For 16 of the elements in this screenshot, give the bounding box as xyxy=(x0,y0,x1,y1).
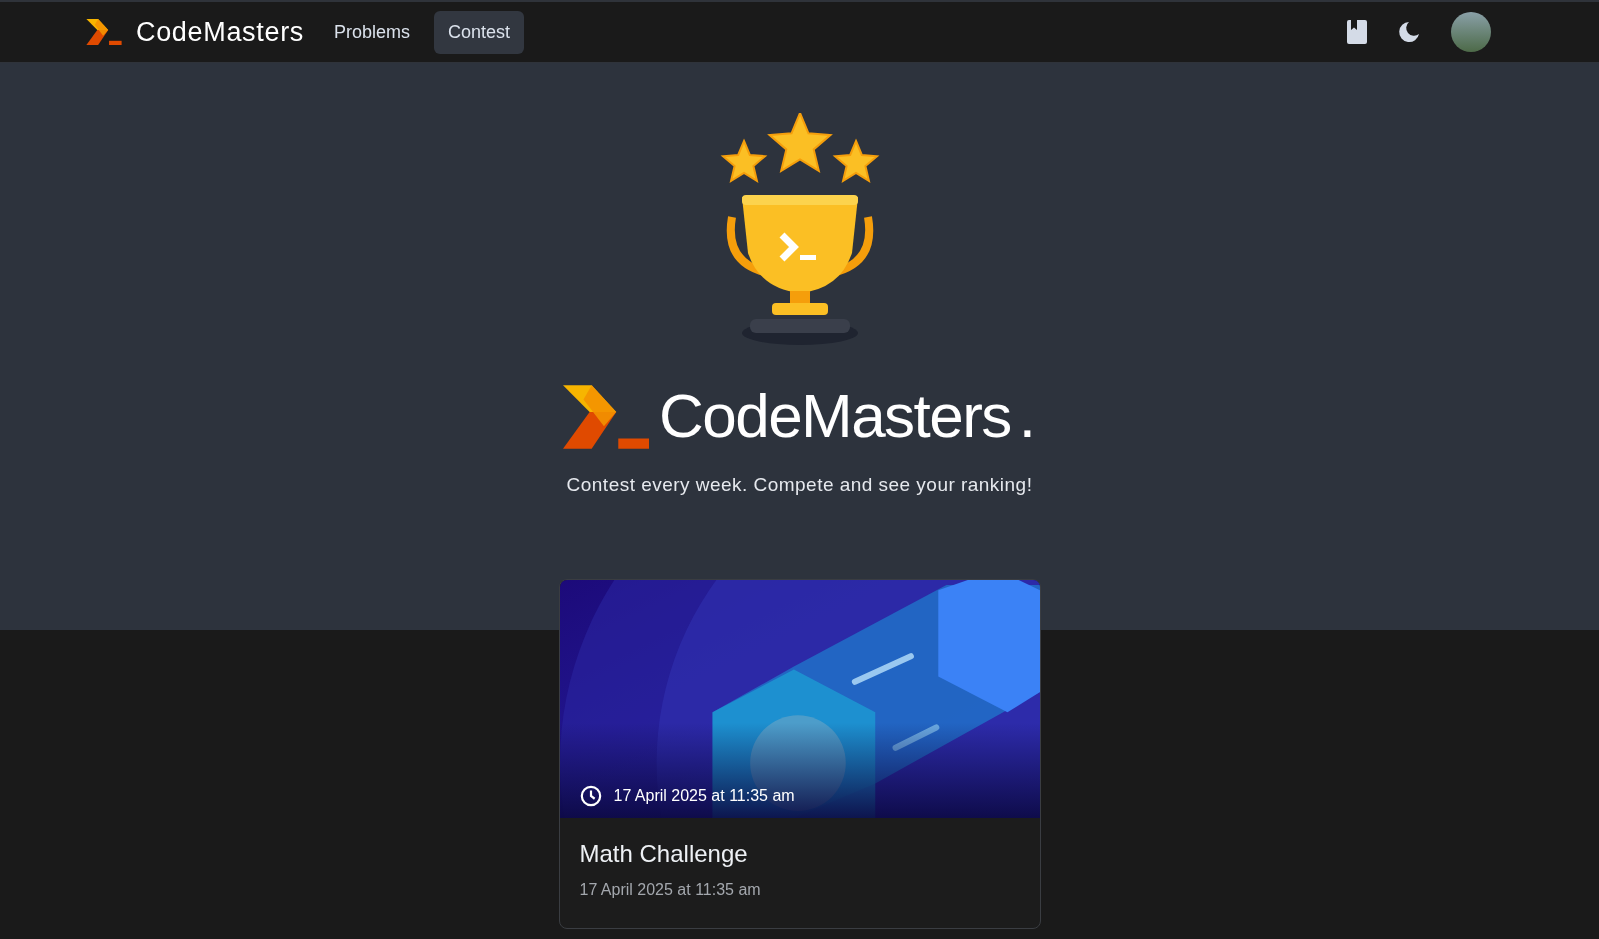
clock-icon xyxy=(579,785,602,807)
nav-link[interactable]: Problems xyxy=(320,10,425,54)
hero-brand-title: CodeMasters xyxy=(659,381,1011,451)
moon-icon[interactable] xyxy=(1397,20,1421,44)
chevron-logo-icon xyxy=(86,19,122,45)
contest-time: 17 April 2025 at 11:35 am xyxy=(579,880,762,900)
brand-name[interactable]: CodeMasters xyxy=(136,11,304,53)
hero-tagline: Contest every week. Compete and see your ranking! xyxy=(566,473,1033,497)
contest-card[interactable]: 17 April 2025 at 11:35 am Math Challenge 17 April 2025 at 11:35 am xyxy=(558,579,1041,929)
hero-brand-dot: . xyxy=(1018,381,1036,451)
avatar[interactable] xyxy=(1451,12,1491,52)
chevron-logo-icon xyxy=(563,385,650,449)
contest-title: Math Challenge xyxy=(579,839,749,869)
nav-link[interactable]: Contest xyxy=(434,10,525,54)
bookmark-icon[interactable] xyxy=(1347,20,1367,44)
card-overlay-time: 17 April 2025 at 11:35 am xyxy=(613,786,795,806)
